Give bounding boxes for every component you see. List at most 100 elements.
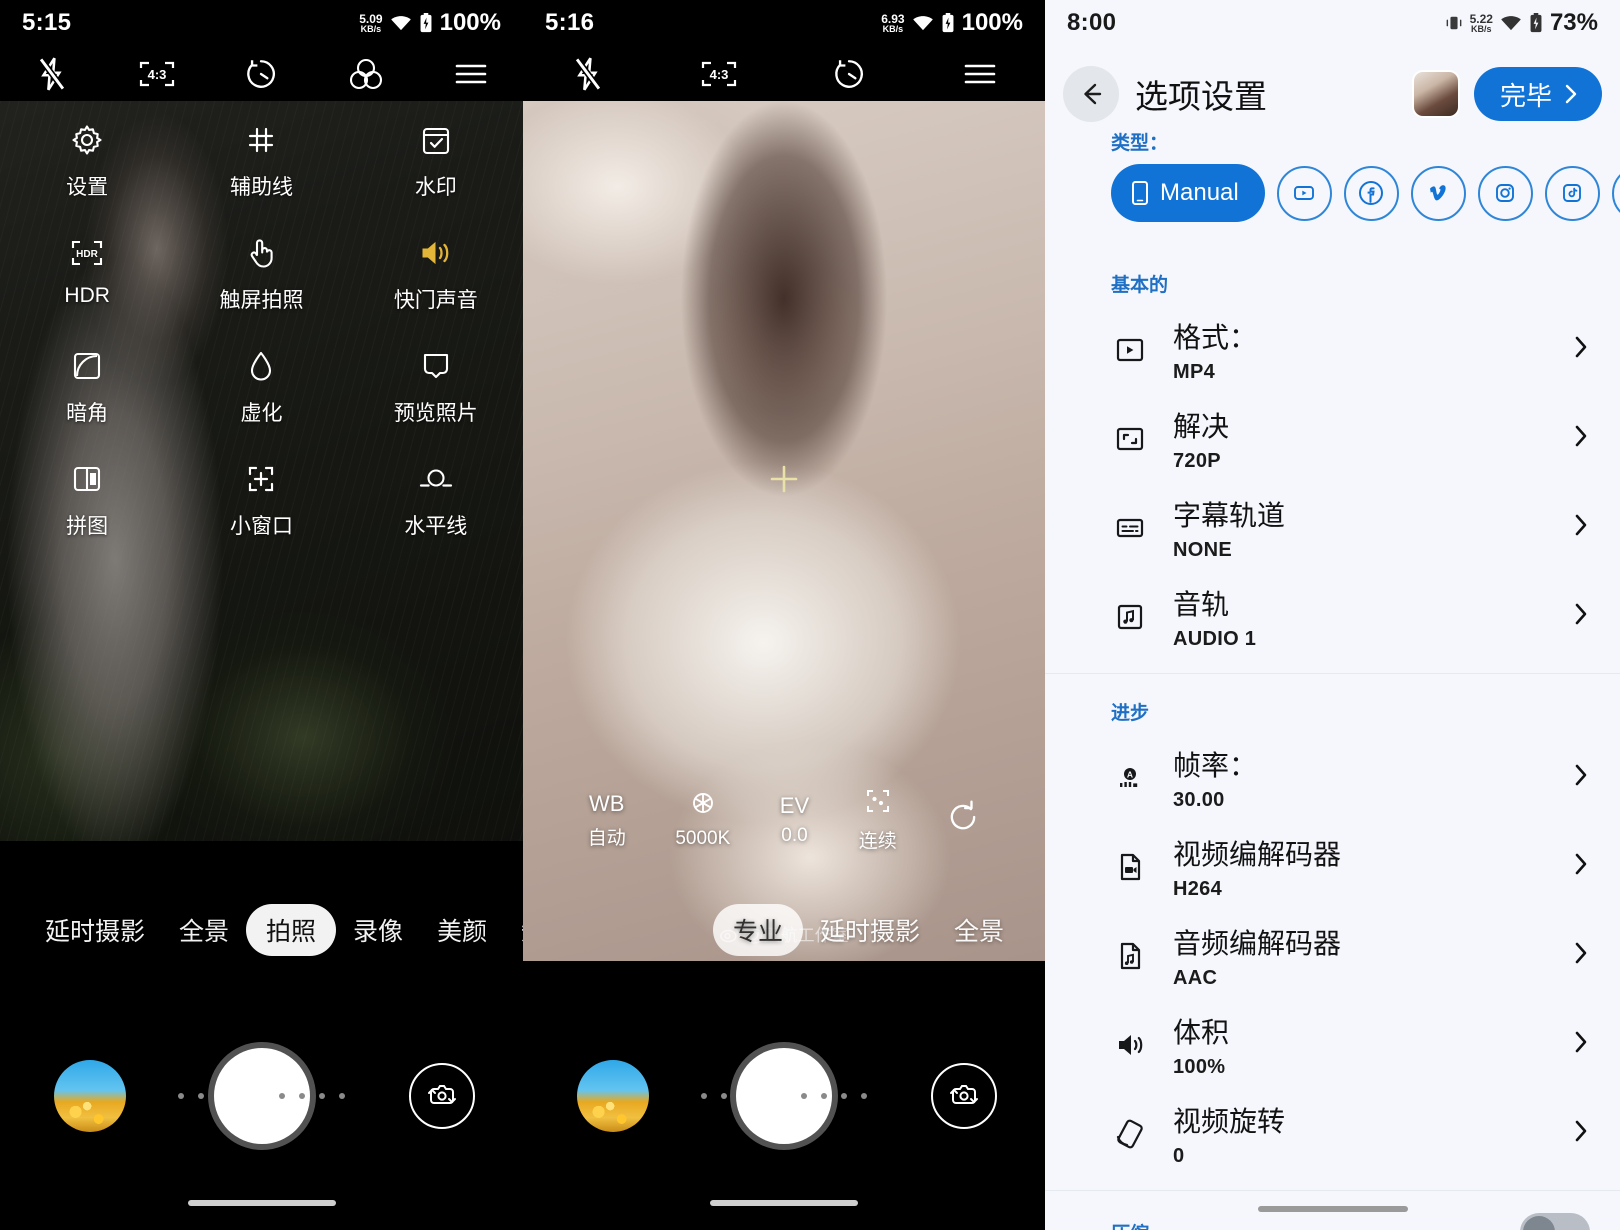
shutter-sound-icon	[420, 236, 452, 270]
mode-shortvideo[interactable]: 短视	[504, 912, 523, 948]
facebook-chip[interactable]	[1343, 165, 1399, 221]
row-subtitle-track[interactable]: 字幕轨道 NONE	[1045, 483, 1620, 572]
control-exposure[interactable]: EV 0.0	[780, 793, 809, 847]
tiktok-chip[interactable]	[1544, 165, 1600, 221]
setting-shutter-sound[interactable]: 快门声音	[349, 236, 523, 314]
mode-panorama[interactable]: 全景	[162, 912, 246, 948]
gallery-thumbnail[interactable]	[577, 1059, 649, 1132]
shutter-bar-2	[523, 961, 1045, 1230]
flip-camera-icon[interactable]	[409, 1062, 475, 1129]
setting-small-window[interactable]: 小窗口	[174, 462, 348, 540]
vimeo-icon	[1430, 185, 1446, 201]
chevron-right-icon	[1572, 1117, 1590, 1150]
flip-camera-icon[interactable]	[931, 1062, 997, 1129]
network-unit: KB/s	[1471, 23, 1492, 34]
setting-preview-photo[interactable]: 预览照片	[349, 349, 523, 427]
aspect-ratio-icon[interactable]: 4:3	[134, 51, 180, 97]
setting-vignette[interactable]: 暗角	[0, 349, 174, 427]
kelvin-icon	[690, 790, 716, 822]
setting-watermark[interactable]: 水印	[349, 123, 523, 201]
manual-chip[interactable]: Manual	[1111, 164, 1265, 222]
manual-chip-label: Manual	[1160, 179, 1239, 206]
avatar[interactable]	[1413, 72, 1458, 116]
row-audio-track[interactable]: 音轨 AUDIO 1	[1045, 572, 1620, 661]
timer-icon[interactable]	[826, 51, 872, 97]
setting-label: 预览照片	[393, 402, 478, 425]
row-value: MP4	[1173, 360, 1216, 383]
setting-hdr[interactable]: HDR HDR	[0, 236, 174, 314]
row-video-rotate[interactable]: 视频旋转 0	[1045, 1089, 1620, 1178]
focus-icon	[865, 788, 891, 820]
touch-shutter-icon	[247, 236, 275, 270]
row-value: AAC	[1173, 966, 1218, 989]
chevron-right-icon	[1572, 333, 1590, 366]
flash-off-icon[interactable]	[565, 51, 611, 97]
kelvin-value: 5000K	[675, 828, 731, 849]
setting-touch-shutter[interactable]: 触屏拍照	[174, 236, 348, 314]
row-value: 720P	[1173, 449, 1221, 472]
row-volume[interactable]: 体积 100%	[1045, 1000, 1620, 1089]
mode-video[interactable]: 录像	[336, 912, 420, 948]
mode-panorama[interactable]: 全景	[937, 912, 1021, 948]
settings-list[interactable]: 基本的 格式： MP4 解决 720P 字幕轨道 NONE 音轨 AUDIO 1…	[1045, 246, 1620, 1230]
svg-text:4:3: 4:3	[147, 67, 166, 82]
camera-pro-mode-screen: @天航工作室 5:16 6.93 KB/s 100% 4:3	[523, 0, 1045, 1230]
vimeo-chip[interactable]	[1410, 165, 1466, 221]
setting-horizon-line[interactable]: 水平线	[349, 462, 523, 540]
setting-gear[interactable]: 设置	[0, 123, 174, 201]
row-resolution[interactable]: 解决 720P	[1045, 394, 1620, 483]
compression-toggle[interactable]	[1520, 1213, 1590, 1230]
row-label: 体积	[1173, 1016, 1230, 1048]
vibrate-icon	[1446, 16, 1461, 30]
mode-timelapse[interactable]: 延时摄影	[28, 912, 162, 948]
battery-percent: 73%	[1549, 9, 1598, 36]
network-rate: 5.22	[1469, 11, 1493, 26]
instagram-chip[interactable]	[1477, 165, 1533, 221]
filter-icon[interactable]	[343, 51, 389, 97]
mode-pro[interactable]: 专业	[712, 904, 803, 956]
row-audio-codec[interactable]: 音频编解码器 AAC	[1045, 911, 1620, 1000]
row-label: 解决	[1173, 410, 1230, 442]
reset-icon	[946, 800, 980, 840]
back-button[interactable]	[1063, 66, 1119, 122]
control-white-balance[interactable]: WB 自动	[588, 791, 626, 850]
status-icons: 5.22 KB/s 73%	[1445, 9, 1598, 37]
done-button[interactable]: 完毕	[1473, 67, 1602, 121]
network-rate: 5.09	[359, 11, 383, 26]
control-focus-mode[interactable]: 连续	[859, 788, 897, 853]
row-format[interactable]: 格式： MP4	[1045, 305, 1620, 394]
row-value: 100%	[1173, 1055, 1226, 1078]
setting-label: 暗角	[66, 402, 109, 425]
section-title: 压缩	[1111, 1219, 1520, 1230]
control-reset[interactable]	[946, 800, 980, 840]
youtube-chip[interactable]	[1276, 165, 1332, 221]
row-framerate[interactable]: A 帧率： 30.00	[1045, 733, 1620, 822]
type-chip-row: Manual	[1111, 162, 1620, 224]
menu-icon[interactable]	[957, 51, 1003, 97]
mode-photo[interactable]: 拍照	[246, 904, 337, 956]
audio-codec-icon	[1101, 939, 1159, 973]
type-label: 类型：	[1111, 133, 1169, 154]
collage-icon	[72, 462, 102, 496]
favorite-chip[interactable]	[1611, 165, 1620, 221]
aspect-ratio-icon[interactable]: 4:3	[696, 51, 742, 97]
camera-top-toolbar-2: 4:3	[523, 46, 1045, 101]
toggle-knob	[1523, 1216, 1555, 1230]
row-label: 字幕轨道	[1173, 499, 1286, 531]
setting-label: 快门声音	[393, 289, 478, 312]
mode-timelapse[interactable]: 延时摄影	[803, 912, 937, 948]
home-indicator	[1257, 1206, 1408, 1212]
ev-value: 0.0	[781, 825, 808, 846]
row-video-codec[interactable]: 视频编解码器 H264	[1045, 822, 1620, 911]
flash-off-icon[interactable]	[29, 51, 75, 97]
shutter-bar-1	[0, 961, 523, 1230]
setting-blur[interactable]: 虚化	[174, 349, 348, 427]
timer-icon[interactable]	[238, 51, 284, 97]
mode-beauty[interactable]: 美颜	[420, 912, 504, 948]
setting-collage[interactable]: 拼图	[0, 462, 174, 540]
gallery-thumbnail[interactable]	[54, 1059, 126, 1132]
network-speed: 6.93 KB/s	[881, 13, 904, 34]
control-kelvin[interactable]: 5000K	[675, 790, 730, 850]
menu-icon[interactable]	[448, 51, 494, 97]
setting-grid-lines[interactable]: 辅助线	[174, 123, 348, 201]
